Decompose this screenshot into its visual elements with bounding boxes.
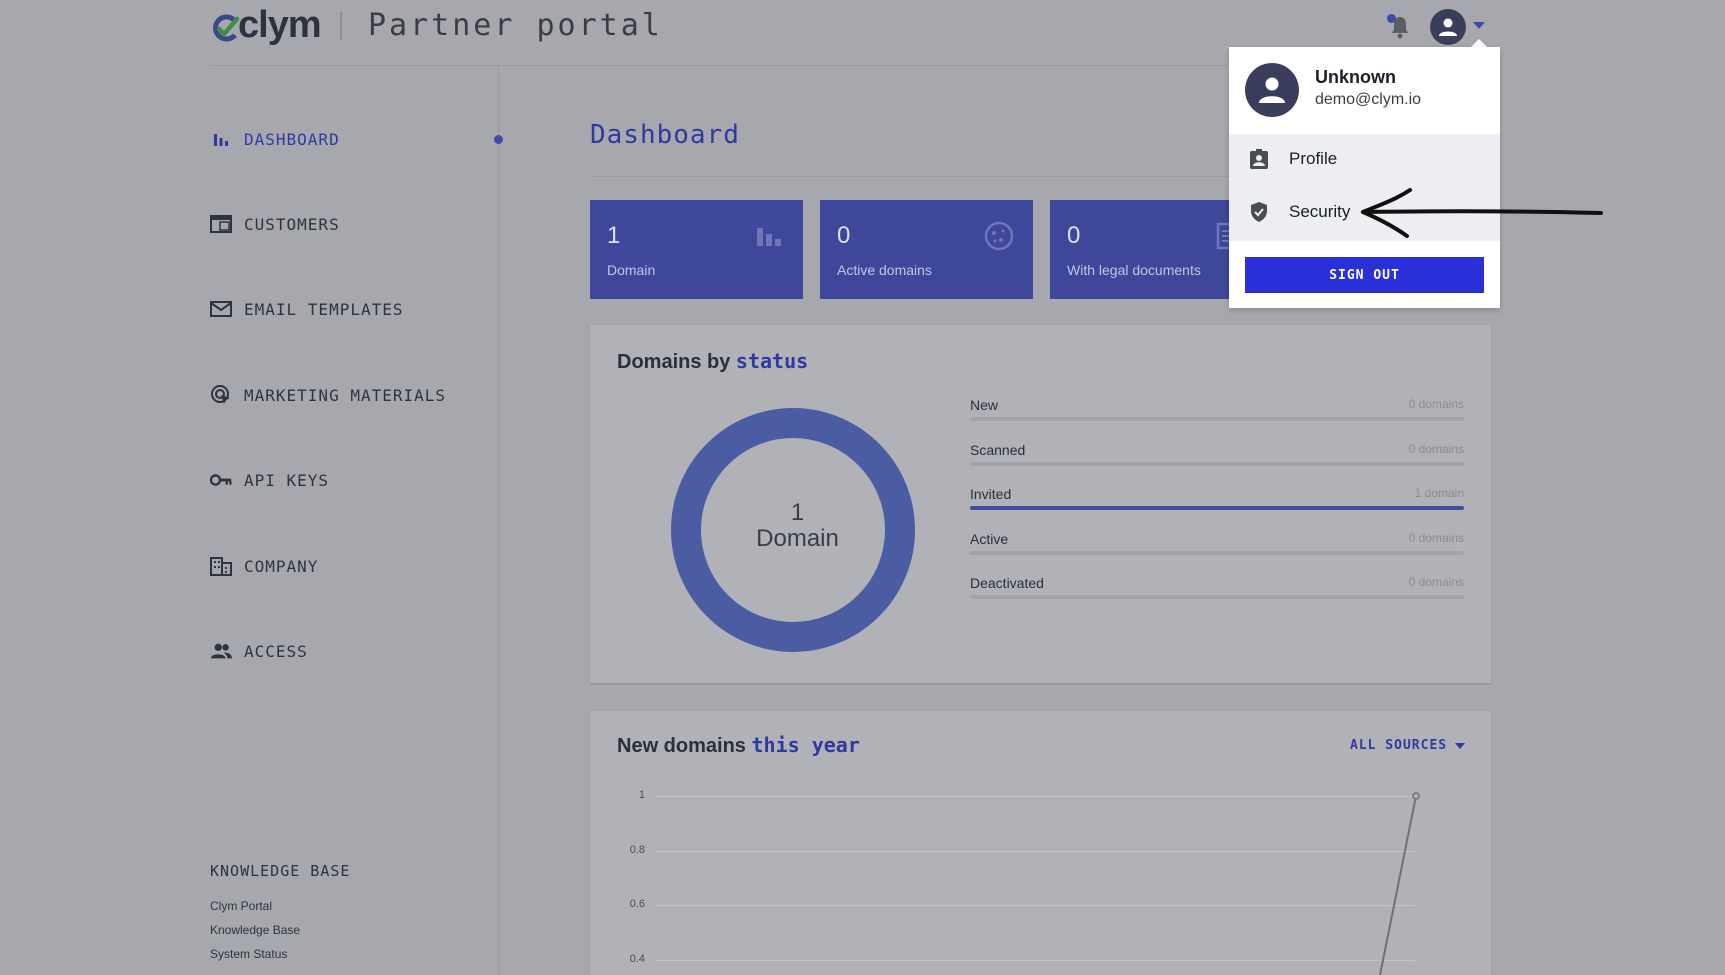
sidebar-item-api-keys[interactable]: API KEYS bbox=[210, 469, 329, 491]
grid-line bbox=[655, 851, 1415, 852]
y-tick-label: 0.4 bbox=[629, 953, 645, 965]
bar-chart-icon bbox=[757, 228, 781, 246]
stat-card-active-domains[interactable]: 0 Active domains bbox=[820, 200, 1033, 299]
sidebar-item-label: COMPANY bbox=[244, 556, 319, 576]
logo-check-icon bbox=[213, 14, 240, 42]
bell-icon[interactable] bbox=[1388, 14, 1412, 40]
stat-label: Active domains bbox=[837, 262, 932, 278]
sidebar-item-marketing-materials[interactable]: MARKETING MATERIALS bbox=[210, 384, 446, 406]
status-progress-track bbox=[970, 462, 1464, 466]
status-count: 0 domains bbox=[1408, 397, 1464, 411]
people-icon bbox=[210, 640, 232, 662]
envelope-icon bbox=[210, 298, 232, 320]
status-count: 0 domains bbox=[1408, 442, 1464, 456]
sign-out-button[interactable]: SIGN OUT bbox=[1245, 257, 1484, 293]
new-domains-line-series bbox=[1379, 792, 1420, 975]
page-title: Dashboard bbox=[590, 120, 740, 150]
building-icon bbox=[210, 555, 232, 577]
status-name: Invited bbox=[970, 486, 1012, 502]
status-count: 1 domain bbox=[1414, 486, 1464, 500]
status-row-active: Active 0 domains bbox=[970, 531, 1464, 555]
status-name: Scanned bbox=[970, 442, 1026, 458]
stat-label: With legal documents bbox=[1067, 262, 1201, 278]
cookie-icon bbox=[984, 221, 1014, 251]
y-tick-label: 1 bbox=[638, 789, 645, 801]
panel-title-accent: status bbox=[735, 349, 809, 373]
annotation-arrow-icon bbox=[1361, 188, 1603, 238]
status-name: New bbox=[970, 397, 999, 413]
user-icon bbox=[1439, 18, 1457, 36]
clym-logo[interactable]: clym bbox=[210, 4, 322, 47]
sidebar-item-dashboard[interactable]: DASHBOARD bbox=[210, 128, 340, 150]
status-count: 0 domains bbox=[1408, 575, 1464, 589]
grid-line bbox=[655, 796, 1415, 797]
target-cursor-icon bbox=[210, 384, 232, 406]
status-row-deactivated: Deactivated 0 domains bbox=[970, 575, 1464, 599]
status-row-scanned: Scanned 0 domains bbox=[970, 442, 1464, 466]
stat-label: Domain bbox=[607, 262, 656, 278]
chevron-down-icon[interactable] bbox=[1473, 22, 1485, 29]
grid-line bbox=[655, 960, 1415, 961]
key-icon bbox=[210, 469, 232, 491]
chevron-down-icon bbox=[1455, 742, 1466, 749]
status-progress-track bbox=[970, 506, 1464, 510]
grid-line bbox=[655, 905, 1415, 906]
sidebar-divider bbox=[498, 66, 499, 975]
menu-item-profile[interactable]: Profile bbox=[1229, 134, 1500, 184]
sidebar-item-label: DASHBOARD bbox=[244, 129, 340, 149]
menu-item-label: Security bbox=[1289, 202, 1351, 221]
user-icon bbox=[1259, 77, 1285, 103]
panel-title: Domains by status bbox=[617, 349, 808, 374]
sources-label: ALL SOURCES bbox=[1350, 738, 1448, 753]
status-progress-fill bbox=[970, 506, 1464, 510]
y-tick-label: 0.6 bbox=[629, 898, 645, 910]
kb-link-system-status[interactable]: System Status bbox=[210, 947, 287, 961]
user-email: demo@clym.io bbox=[1315, 91, 1422, 108]
kb-link-clym-portal[interactable]: Clym Portal bbox=[210, 899, 272, 913]
panel-title-prefix: Domains by bbox=[617, 351, 731, 373]
kb-link-knowledge-base[interactable]: Knowledge Base bbox=[210, 923, 300, 937]
status-row-invited: Invited 1 domain bbox=[970, 486, 1464, 510]
sidebar-item-label: ACCESS bbox=[244, 641, 308, 661]
avatar bbox=[1245, 63, 1299, 117]
badge-icon bbox=[1250, 149, 1268, 169]
bar-chart-icon bbox=[210, 128, 232, 150]
shield-icon bbox=[1251, 202, 1267, 222]
status-row-new: New 0 domains bbox=[970, 397, 1464, 421]
sidebar-item-company[interactable]: COMPANY bbox=[210, 555, 318, 577]
all-sources-dropdown[interactable]: ALL SOURCES bbox=[1350, 738, 1466, 753]
status-count: 0 domains bbox=[1408, 531, 1464, 545]
knowledge-base-title: KNOWLEDGE BASE bbox=[210, 862, 351, 880]
stat-card-domains[interactable]: 1 Domain bbox=[590, 200, 803, 299]
panel-title: New domains this year bbox=[617, 733, 860, 758]
status-progress-track bbox=[970, 417, 1464, 421]
sidebar-item-customers[interactable]: CUSTOMERS bbox=[210, 213, 340, 235]
donut-unit: Domain bbox=[756, 525, 839, 552]
status-name: Active bbox=[970, 531, 1009, 547]
sidebar-item-email-templates[interactable]: EMAIL TEMPLATES bbox=[210, 298, 404, 320]
user-dropdown-menu: Unknown demo@clym.io Profile Security SI… bbox=[1229, 47, 1500, 308]
status-progress-track bbox=[970, 551, 1464, 555]
user-avatar-button[interactable] bbox=[1430, 9, 1466, 45]
status-name: Deactivated bbox=[970, 575, 1044, 591]
sidebar-item-label: API KEYS bbox=[244, 470, 330, 490]
y-tick-label: 0.8 bbox=[629, 844, 645, 856]
donut-center-label: 1 Domain bbox=[705, 500, 890, 552]
active-nav-indicator bbox=[494, 135, 503, 144]
donut-value: 1 bbox=[790, 499, 805, 526]
sidebar-item-label: EMAIL TEMPLATES bbox=[244, 299, 404, 319]
sidebar-item-label: CUSTOMERS bbox=[244, 214, 340, 234]
logo-text: clym bbox=[238, 4, 322, 46]
sidebar-item-label: MARKETING MATERIALS bbox=[244, 385, 447, 405]
user-name: Unknown bbox=[1315, 67, 1396, 87]
portal-title: Partner portal bbox=[368, 8, 663, 43]
status-progress-track bbox=[970, 595, 1464, 599]
panel-title-prefix: New domains bbox=[617, 735, 746, 757]
menu-item-label: Profile bbox=[1289, 149, 1338, 168]
header-divider bbox=[340, 12, 342, 40]
panel-title-accent: this year bbox=[751, 733, 860, 757]
browser-window-icon bbox=[210, 213, 232, 235]
sidebar-item-access[interactable]: ACCESS bbox=[210, 640, 308, 662]
